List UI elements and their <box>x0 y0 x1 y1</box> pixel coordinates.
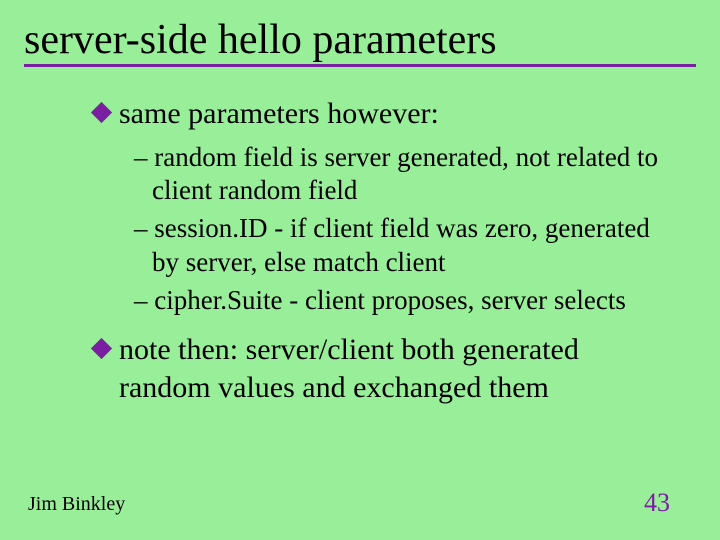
sub-item: – session.ID - if client field was zero,… <box>134 212 666 280</box>
sub-item: – cipher.Suite - client proposes, server… <box>134 284 666 318</box>
sub-list: – random field is server generated, not … <box>94 141 676 318</box>
bullet-item: same parameters however: <box>94 95 676 133</box>
bullet-text: same parameters however: <box>119 95 439 133</box>
bullet-text: note then: server/client both generated … <box>119 331 676 406</box>
sub-item: – random field is server generated, not … <box>134 141 666 209</box>
sub-item-text: session.ID - if client field was zero, g… <box>152 213 650 277</box>
slide-content: same parameters however: – random field … <box>24 95 696 406</box>
slide-title: server-side hello parameters <box>24 18 696 67</box>
sub-item-text: random field is server generated, not re… <box>152 142 658 206</box>
footer-author: Jim Binkley <box>28 493 125 516</box>
diamond-icon <box>91 102 112 123</box>
bullet-item: note then: server/client both generated … <box>94 331 676 406</box>
diamond-icon <box>91 338 112 359</box>
page-number: 43 <box>644 488 670 518</box>
sub-item-text: cipher.Suite - client proposes, server s… <box>154 285 626 315</box>
